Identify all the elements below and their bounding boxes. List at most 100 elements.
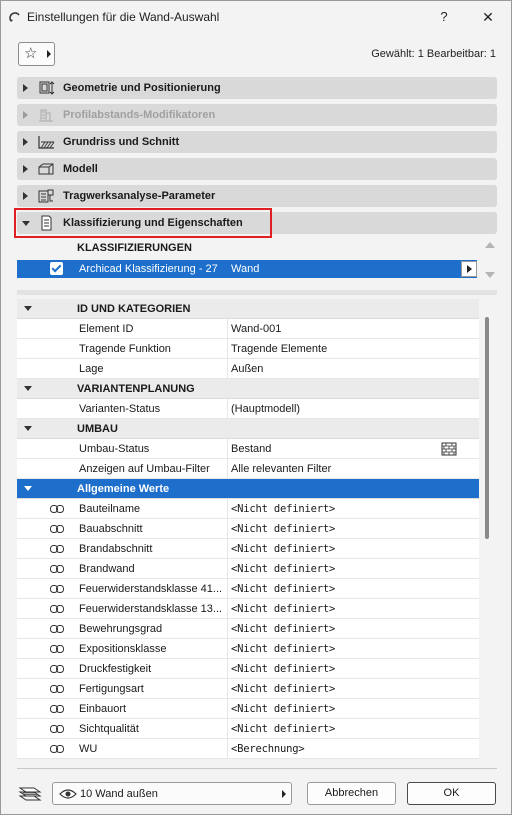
vertical-scrollbar[interactable]: [485, 317, 489, 539]
profile-modifier-icon: [39, 109, 53, 122]
property-row[interactable]: Element ID Wand-001: [17, 319, 479, 339]
property-value[interactable]: <Nicht definiert>: [231, 623, 335, 635]
classification-value[interactable]: Wand: [231, 263, 259, 275]
property-name: Brandabschnitt: [79, 543, 153, 555]
group-label: VARIANTENPLANUNG: [77, 383, 195, 395]
expand-arrow-icon[interactable]: [23, 192, 28, 200]
property-value[interactable]: Alle relevanten Filter: [231, 463, 331, 475]
layers-icon[interactable]: [18, 784, 42, 802]
property-value[interactable]: (Hauptmodell): [231, 403, 300, 415]
expand-arrow-icon[interactable]: [23, 138, 28, 146]
property-row[interactable]: Anzeigen auf Umbau-Filter Alle relevante…: [17, 459, 479, 479]
property-name: Sichtqualität: [79, 723, 139, 735]
panel-profile-modifiers[interactable]: Profilabstands-Modifikatoren: [17, 104, 497, 126]
link-icon: [50, 585, 64, 593]
property-value[interactable]: <Nicht definiert>: [231, 563, 335, 575]
window-title: Einstellungen für die Wand-Auswahl: [27, 10, 220, 24]
ok-button[interactable]: OK: [407, 782, 496, 805]
classification-checkbox[interactable]: [50, 262, 63, 275]
chevron-right-icon: [282, 790, 286, 798]
property-name: Bauteilname: [79, 503, 141, 515]
property-row[interactable]: Einbauort <Nicht definiert>: [17, 699, 479, 719]
link-icon: [50, 525, 64, 533]
link-icon: [50, 605, 64, 613]
star-icon: ☆: [24, 45, 38, 62]
property-value[interactable]: <Nicht definiert>: [231, 723, 335, 735]
property-row[interactable]: Umbau-Status Bestand: [17, 439, 479, 459]
section-divider[interactable]: [17, 290, 497, 295]
scroll-down-icon[interactable]: [485, 272, 495, 278]
link-icon: [50, 505, 64, 513]
property-value[interactable]: <Nicht definiert>: [231, 503, 335, 515]
property-value[interactable]: <Nicht definiert>: [231, 583, 335, 595]
property-row[interactable]: Bauabschnitt <Nicht definiert>: [17, 519, 479, 539]
property-row[interactable]: Druckfestigkeit <Nicht definiert>: [17, 659, 479, 679]
property-row[interactable]: Feuerwiderstandsklasse 41... <Nicht defi…: [17, 579, 479, 599]
property-name: Feuerwiderstandsklasse 13...: [79, 603, 223, 615]
property-row[interactable]: Brandabschnitt <Nicht definiert>: [17, 539, 479, 559]
collapse-arrow-icon[interactable]: [24, 486, 32, 491]
collapse-arrow-icon[interactable]: [24, 306, 32, 311]
panel-floorplan-section[interactable]: Grundriss und Schnitt: [17, 131, 497, 153]
brick-wall-icon[interactable]: [441, 442, 457, 456]
collapse-arrow-icon[interactable]: [24, 386, 32, 391]
eye-icon: [59, 789, 77, 799]
group-header[interactable]: UMBAU: [17, 419, 479, 439]
selection-info: Gewählt: 1 Bearbeitbar: 1: [371, 48, 496, 60]
expand-arrow-icon[interactable]: [23, 111, 28, 119]
panel-structural-analysis[interactable]: Tragwerksanalyse-Parameter: [17, 185, 497, 207]
favorites-button[interactable]: ☆: [18, 42, 55, 66]
property-row[interactable]: Lage Außen: [17, 359, 479, 379]
help-button[interactable]: ?: [433, 6, 455, 28]
property-value[interactable]: <Nicht definiert>: [231, 523, 335, 535]
group-label: UMBAU: [77, 423, 118, 435]
classification-name: Archicad Klassifizierung - 27: [79, 263, 218, 275]
geometry-icon: [39, 81, 55, 95]
group-header[interactable]: ID UND KATEGORIEN: [17, 299, 479, 319]
property-row[interactable]: Expositionsklasse <Nicht definiert>: [17, 639, 479, 659]
property-row[interactable]: Bauteilname <Nicht definiert>: [17, 499, 479, 519]
property-value[interactable]: Bestand: [231, 443, 271, 455]
close-button[interactable]: ✕: [477, 6, 499, 28]
property-value[interactable]: <Nicht definiert>: [231, 703, 335, 715]
panel-model[interactable]: Modell: [17, 158, 497, 180]
property-row[interactable]: Fertigungsart <Nicht definiert>: [17, 679, 479, 699]
link-icon: [50, 545, 64, 553]
scroll-up-icon[interactable]: [485, 242, 495, 248]
property-name: Einbauort: [79, 703, 127, 715]
group-header-selected[interactable]: Allgemeine Werte: [17, 479, 479, 499]
property-row[interactable]: Bewehrungsgrad <Nicht definiert>: [17, 619, 479, 639]
property-value[interactable]: <Nicht definiert>: [231, 683, 335, 695]
collapse-arrow-icon[interactable]: [24, 426, 32, 431]
view-selector[interactable]: 10 Wand außen: [52, 782, 292, 805]
classification-picker-button[interactable]: [461, 261, 477, 277]
property-row[interactable]: WU <Berechnung>: [17, 739, 479, 759]
property-value[interactable]: Wand-001: [231, 323, 281, 335]
model-icon: [38, 163, 54, 175]
title-bar: Einstellungen für die Wand-Auswahl ? ✕: [1, 1, 511, 33]
floorplan-section-icon: [38, 136, 55, 149]
property-value[interactable]: <Nicht definiert>: [231, 663, 335, 675]
property-value[interactable]: Tragende Elemente: [231, 343, 327, 355]
property-row[interactable]: Tragende Funktion Tragende Elemente: [17, 339, 479, 359]
cancel-button[interactable]: Abbrechen: [307, 782, 396, 805]
property-value[interactable]: <Nicht definiert>: [231, 543, 335, 555]
property-value[interactable]: <Nicht definiert>: [231, 603, 335, 615]
property-row[interactable]: Varianten-Status (Hauptmodell): [17, 399, 479, 419]
property-row[interactable]: Feuerwiderstandsklasse 13... <Nicht defi…: [17, 599, 479, 619]
expand-arrow-icon[interactable]: [23, 165, 28, 173]
property-row[interactable]: Brandwand <Nicht definiert>: [17, 559, 479, 579]
panel-label: Modell: [63, 163, 98, 175]
property-value[interactable]: <Berechnung>: [231, 743, 305, 755]
expand-arrow-icon[interactable]: [23, 84, 28, 92]
panel-label: Geometrie und Positionierung: [63, 82, 221, 94]
property-row[interactable]: Sichtqualität <Nicht definiert>: [17, 719, 479, 739]
group-header[interactable]: VARIANTENPLANUNG: [17, 379, 479, 399]
link-icon: [50, 665, 64, 673]
property-value[interactable]: <Nicht definiert>: [231, 643, 335, 655]
panel-geometry[interactable]: Geometrie und Positionierung: [17, 77, 497, 99]
settings-dialog: Einstellungen für die Wand-Auswahl ? ✕ ☆…: [0, 0, 512, 815]
property-value[interactable]: Außen: [231, 363, 263, 375]
classification-row[interactable]: Archicad Klassifizierung - 27 Wand: [17, 260, 477, 278]
panel-label: Tragwerksanalyse-Parameter: [63, 190, 216, 202]
